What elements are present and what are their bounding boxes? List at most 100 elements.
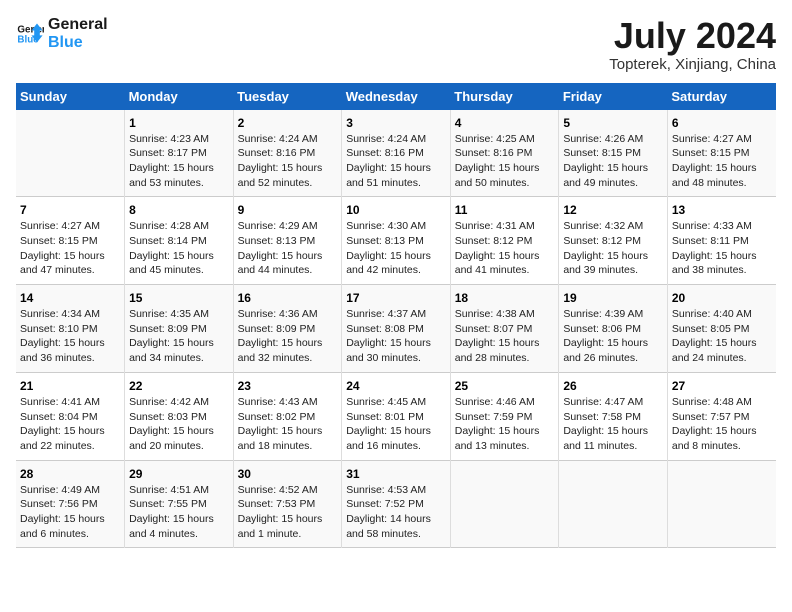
cell-1-7: 6 Sunrise: 4:27 AM Sunset: 8:15 PM Daylig… [667,110,776,197]
cell-info: Sunrise: 4:41 AM Sunset: 8:04 PM Dayligh… [20,395,120,454]
day-number: 10 [346,203,446,217]
title-block: July 2024 Topterek, Xinjiang, China [609,16,776,73]
cell-2-4: 10 Sunrise: 4:30 AM Sunset: 8:13 PM Dayli… [342,197,451,285]
cell-4-1: 21 Sunrise: 4:41 AM Sunset: 8:04 PM Dayli… [16,372,125,460]
day-number: 3 [346,116,446,130]
cell-info: Sunrise: 4:38 AM Sunset: 8:07 PM Dayligh… [455,307,555,366]
cell-info: Sunrise: 4:53 AM Sunset: 7:52 PM Dayligh… [346,483,446,542]
week-row-1: 1 Sunrise: 4:23 AM Sunset: 8:17 PM Daylig… [16,110,776,197]
cell-info: Sunrise: 4:30 AM Sunset: 8:13 PM Dayligh… [346,219,446,278]
page-header: General Blue General Blue July 2024 Topt… [16,16,776,73]
day-number: 11 [455,203,555,217]
cell-info: Sunrise: 4:42 AM Sunset: 8:03 PM Dayligh… [129,395,229,454]
cell-info: Sunrise: 4:36 AM Sunset: 8:09 PM Dayligh… [238,307,338,366]
cell-info: Sunrise: 4:37 AM Sunset: 8:08 PM Dayligh… [346,307,446,366]
cell-1-1 [16,110,125,197]
cell-3-2: 15Sunrise: 4:35 AM Sunset: 8:09 PM Dayli… [125,285,234,373]
week-row-4: 21 Sunrise: 4:41 AM Sunset: 8:04 PM Dayli… [16,372,776,460]
cell-info: Sunrise: 4:27 AM Sunset: 8:15 PM Dayligh… [20,219,120,278]
cell-5-2: 29 Sunrise: 4:51 AM Sunset: 7:55 PM Dayli… [125,460,234,548]
location-subtitle: Topterek, Xinjiang, China [609,56,776,73]
week-row-3: 14Sunrise: 4:34 AM Sunset: 8:10 PM Dayli… [16,285,776,373]
day-number: 30 [238,467,338,481]
cell-info: Sunrise: 4:48 AM Sunset: 7:57 PM Dayligh… [672,395,772,454]
cell-1-6: 5 Sunrise: 4:26 AM Sunset: 8:15 PM Daylig… [559,110,668,197]
day-number: 28 [20,467,120,481]
cell-1-3: 2 Sunrise: 4:24 AM Sunset: 8:16 PM Daylig… [233,110,342,197]
col-header-tuesday: Tuesday [233,83,342,110]
cell-info: Sunrise: 4:26 AM Sunset: 8:15 PM Dayligh… [563,132,663,191]
day-number: 4 [455,116,555,130]
col-header-friday: Friday [559,83,668,110]
col-header-thursday: Thursday [450,83,559,110]
cell-4-2: 22 Sunrise: 4:42 AM Sunset: 8:03 PM Dayli… [125,372,234,460]
cell-4-7: 27 Sunrise: 4:48 AM Sunset: 7:57 PM Dayli… [667,372,776,460]
cell-5-3: 30 Sunrise: 4:52 AM Sunset: 7:53 PM Dayli… [233,460,342,548]
day-number: 5 [563,116,663,130]
col-header-wednesday: Wednesday [342,83,451,110]
cell-3-1: 14Sunrise: 4:34 AM Sunset: 8:10 PM Dayli… [16,285,125,373]
day-number: 17 [346,291,446,305]
cell-info: Sunrise: 4:52 AM Sunset: 7:53 PM Dayligh… [238,483,338,542]
logo-icon: General Blue [16,20,44,48]
cell-info: Sunrise: 4:51 AM Sunset: 7:55 PM Dayligh… [129,483,229,542]
calendar-table: SundayMondayTuesdayWednesdayThursdayFrid… [16,83,776,549]
day-number: 26 [563,379,663,393]
cell-info: Sunrise: 4:24 AM Sunset: 8:16 PM Dayligh… [238,132,338,191]
cell-info: Sunrise: 4:43 AM Sunset: 8:02 PM Dayligh… [238,395,338,454]
day-number: 2 [238,116,338,130]
cell-info: Sunrise: 4:23 AM Sunset: 8:17 PM Dayligh… [129,132,229,191]
cell-2-1: 7 Sunrise: 4:27 AM Sunset: 8:15 PM Daylig… [16,197,125,285]
cell-2-2: 8Sunrise: 4:28 AM Sunset: 8:14 PM Daylig… [125,197,234,285]
day-number: 6 [672,116,772,130]
logo: General Blue General Blue [16,16,108,51]
cell-info: Sunrise: 4:40 AM Sunset: 8:05 PM Dayligh… [672,307,772,366]
cell-2-6: 12Sunrise: 4:32 AM Sunset: 8:12 PM Dayli… [559,197,668,285]
cell-3-5: 18 Sunrise: 4:38 AM Sunset: 8:07 PM Dayli… [450,285,559,373]
cell-5-5 [450,460,559,548]
day-number: 31 [346,467,446,481]
cell-info: Sunrise: 4:49 AM Sunset: 7:56 PM Dayligh… [20,483,120,542]
day-number: 21 [20,379,120,393]
logo-blue: Blue [48,34,108,52]
cell-5-4: 31 Sunrise: 4:53 AM Sunset: 7:52 PM Dayli… [342,460,451,548]
header-row: SundayMondayTuesdayWednesdayThursdayFrid… [16,83,776,110]
day-number: 25 [455,379,555,393]
cell-2-3: 9Sunrise: 4:29 AM Sunset: 8:13 PM Daylig… [233,197,342,285]
col-header-monday: Monday [125,83,234,110]
cell-info: Sunrise: 4:25 AM Sunset: 8:16 PM Dayligh… [455,132,555,191]
cell-4-4: 24Sunrise: 4:45 AM Sunset: 8:01 PM Dayli… [342,372,451,460]
cell-info: Sunrise: 4:27 AM Sunset: 8:15 PM Dayligh… [672,132,772,191]
day-number: 7 [20,203,120,217]
day-number: 29 [129,467,229,481]
cell-info: Sunrise: 4:28 AM Sunset: 8:14 PM Dayligh… [129,219,229,278]
cell-2-7: 13 Sunrise: 4:33 AM Sunset: 8:11 PM Dayli… [667,197,776,285]
cell-1-5: 4 Sunrise: 4:25 AM Sunset: 8:16 PM Daylig… [450,110,559,197]
day-number: 12 [563,203,663,217]
day-number: 27 [672,379,772,393]
day-number: 19 [563,291,663,305]
day-number: 22 [129,379,229,393]
day-number: 18 [455,291,555,305]
cell-info: Sunrise: 4:31 AM Sunset: 8:12 PM Dayligh… [455,219,555,278]
day-number: 16 [238,291,338,305]
cell-3-6: 19Sunrise: 4:39 AM Sunset: 8:06 PM Dayli… [559,285,668,373]
cell-4-3: 23Sunrise: 4:43 AM Sunset: 8:02 PM Dayli… [233,372,342,460]
day-number: 1 [129,116,229,130]
cell-info: Sunrise: 4:29 AM Sunset: 8:13 PM Dayligh… [238,219,338,278]
cell-3-4: 17 Sunrise: 4:37 AM Sunset: 8:08 PM Dayli… [342,285,451,373]
cell-3-7: 20Sunrise: 4:40 AM Sunset: 8:05 PM Dayli… [667,285,776,373]
week-row-5: 28 Sunrise: 4:49 AM Sunset: 7:56 PM Dayli… [16,460,776,548]
cell-info: Sunrise: 4:33 AM Sunset: 8:11 PM Dayligh… [672,219,772,278]
col-header-sunday: Sunday [16,83,125,110]
week-row-2: 7 Sunrise: 4:27 AM Sunset: 8:15 PM Daylig… [16,197,776,285]
logo-general: General [48,16,108,34]
cell-1-4: 3 Sunrise: 4:24 AM Sunset: 8:16 PM Daylig… [342,110,451,197]
col-header-saturday: Saturday [667,83,776,110]
month-year-title: July 2024 [609,16,776,56]
day-number: 15 [129,291,229,305]
day-number: 13 [672,203,772,217]
cell-info: Sunrise: 4:46 AM Sunset: 7:59 PM Dayligh… [455,395,555,454]
cell-info: Sunrise: 4:24 AM Sunset: 8:16 PM Dayligh… [346,132,446,191]
cell-info: Sunrise: 4:47 AM Sunset: 7:58 PM Dayligh… [563,395,663,454]
